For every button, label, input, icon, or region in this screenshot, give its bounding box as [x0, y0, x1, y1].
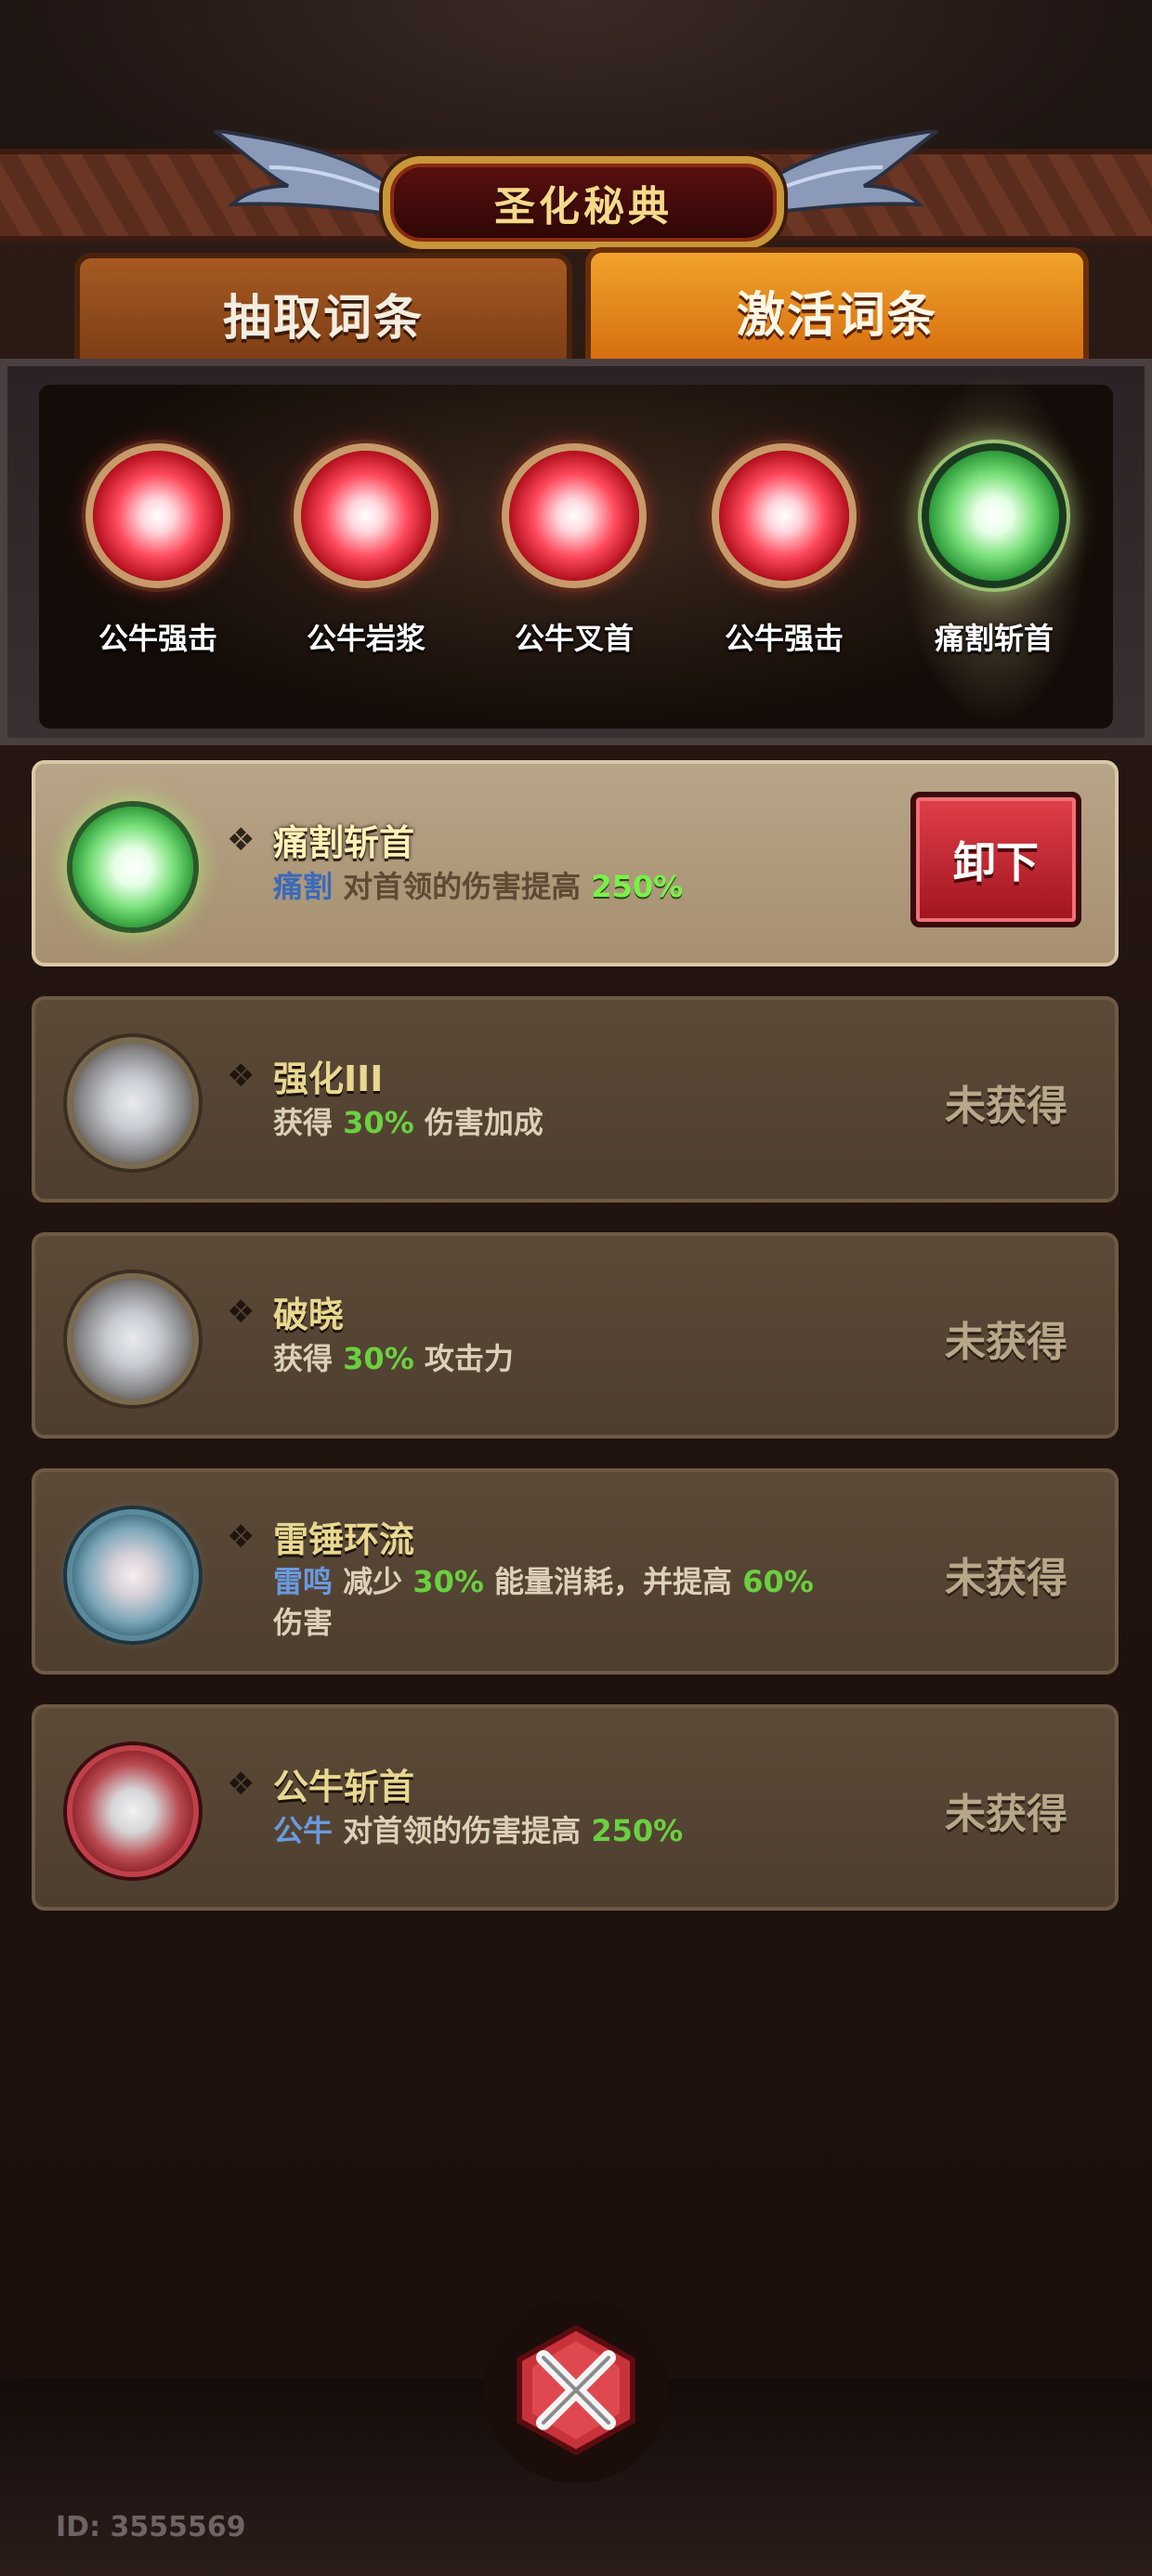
- affix-desc-text: 对首领的伤害提高: [343, 869, 582, 904]
- tab-draw-affix[interactable]: 抽取词条: [74, 253, 572, 374]
- affix-value: 30%: [343, 1341, 414, 1376]
- green-orb-icon: [72, 807, 193, 927]
- title-plate: 圣化秘典: [383, 156, 784, 249]
- red-orb-icon: [93, 451, 223, 581]
- affix-value: 30%: [343, 1105, 414, 1140]
- slot-1[interactable]: 公牛强击: [65, 437, 251, 697]
- slot-5[interactable]: 痛割斩首: [901, 437, 1087, 697]
- slot-label: 公牛叉首: [514, 621, 634, 656]
- diamond-bullet-icon: ❖: [227, 1766, 255, 1803]
- diamond-bullet-icon: ❖: [227, 1518, 255, 1556]
- affix-desc-text: 对首领的伤害提高: [343, 1813, 582, 1848]
- red-orb-icon: [719, 451, 849, 581]
- blue-orb-icon: [72, 1515, 193, 1636]
- affix-card: ❖ 破晓 获得 30% 攻击力 未获得: [32, 1232, 1119, 1439]
- diamond-bullet-icon: ❖: [227, 821, 255, 859]
- affix-value: 60%: [742, 1564, 814, 1599]
- affix-tag: 痛割: [273, 869, 334, 904]
- affix-card: ❖ 强化III 获得 30% 伤害加成 未获得: [32, 996, 1119, 1203]
- not-obtained-status: 未获得: [945, 1083, 1067, 1130]
- slot-2[interactable]: 公牛岩浆: [273, 437, 459, 697]
- affix-tag: 公牛: [273, 1813, 334, 1848]
- slot-label: 公牛强击: [98, 621, 217, 656]
- affix-description: 获得 30% 伤害加成: [273, 1102, 849, 1143]
- affix-desc-text: 攻击力: [424, 1341, 514, 1376]
- red-orb-icon: [72, 1751, 193, 1872]
- tab-activate-affix[interactable]: 激活词条: [585, 247, 1089, 374]
- affix-desc-text: 能量消耗，并提高: [494, 1564, 733, 1599]
- affix-value: 250%: [591, 869, 684, 904]
- not-obtained-status: 未获得: [945, 1319, 1067, 1366]
- slot-label: 公牛强击: [724, 621, 844, 656]
- close-button[interactable]: [483, 2297, 669, 2483]
- affix-card: ❖ 雷锤环流 雷鸣 减少 30% 能量消耗，并提高 60% 伤害 未获得: [32, 1468, 1119, 1675]
- not-obtained-status: 未获得: [945, 1555, 1067, 1602]
- gray-orb-icon: [72, 1279, 193, 1400]
- affix-tag: 雷鸣: [273, 1564, 334, 1599]
- red-orb-icon: [509, 451, 639, 581]
- affix-description: 获得 30% 攻击力: [273, 1338, 849, 1379]
- affix-card-equipped: ❖ 痛割斩首 痛割 对首领的伤害提高 250% 卸下: [32, 760, 1119, 966]
- slot-4[interactable]: 公牛强击: [691, 437, 877, 697]
- affix-description: 痛割 对首领的伤害提高 250%: [273, 866, 849, 907]
- affix-desc-text: 伤害: [273, 1605, 334, 1640]
- affix-name: 强化III: [273, 1058, 384, 1099]
- green-orb-icon: [929, 451, 1059, 581]
- affix-desc-text: 减少: [343, 1564, 403, 1599]
- gray-orb-icon: [72, 1043, 193, 1163]
- close-icon: [517, 2324, 635, 2456]
- diamond-bullet-icon: ❖: [227, 1058, 255, 1095]
- player-id: ID: 3555569: [56, 2511, 246, 2543]
- page-title: 圣化秘典: [494, 183, 673, 230]
- right-wing-icon: [762, 130, 938, 217]
- left-wing-icon: [214, 130, 390, 217]
- unequip-button[interactable]: 卸下: [910, 792, 1081, 927]
- affix-description: 雷鸣 减少 30% 能量消耗，并提高 60% 伤害: [273, 1561, 849, 1643]
- affix-desc-text: 伤害加成: [424, 1105, 543, 1140]
- affix-card: ❖ 公牛斩首 公牛 对首领的伤害提高 250% 未获得: [32, 1704, 1119, 1911]
- affix-name: 雷锤环流: [273, 1519, 415, 1560]
- affix-name: 痛割斩首: [273, 822, 415, 863]
- slot-label: 痛割斩首: [934, 621, 1054, 656]
- affix-value: 250%: [591, 1813, 684, 1848]
- affix-name: 公牛斩首: [273, 1767, 415, 1807]
- red-orb-icon: [301, 451, 431, 581]
- not-obtained-status: 未获得: [945, 1791, 1067, 1838]
- affix-description: 公牛 对首领的伤害提高 250%: [273, 1810, 849, 1851]
- slot-3[interactable]: 公牛叉首: [481, 437, 667, 697]
- affix-desc-text: 获得: [273, 1341, 334, 1376]
- affix-value: 30%: [412, 1564, 484, 1599]
- slot-label: 公牛岩浆: [306, 621, 425, 656]
- affix-name: 破晓: [273, 1295, 345, 1335]
- affix-desc-text: 获得: [273, 1105, 334, 1140]
- diamond-bullet-icon: ❖: [227, 1294, 255, 1331]
